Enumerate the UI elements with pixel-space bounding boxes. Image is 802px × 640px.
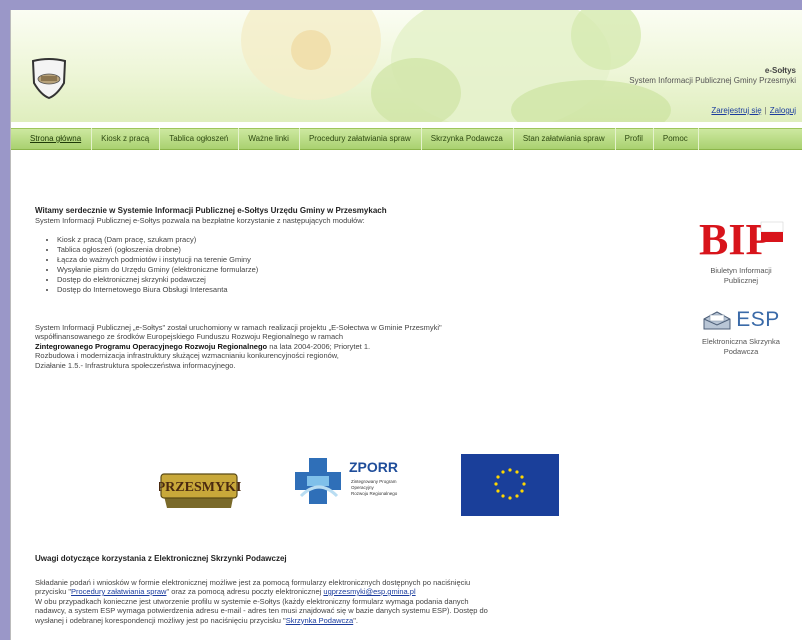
paragraph-text: na lata 2004-2006; Priorytet 1. <box>267 341 371 351</box>
login-link[interactable]: Zaloguj <box>770 106 796 115</box>
list-item: Dostęp do elektronicznej skrzynki podawc… <box>57 275 675 285</box>
paragraph-line: przycisku "Procedury załatwiania spraw" … <box>35 587 675 597</box>
esp-email-link[interactable]: ugprzesmyki@esp.gmina.pl <box>323 587 415 596</box>
header-decoration <box>291 30 331 70</box>
nav-item-help[interactable]: Pomoc <box>654 128 699 150</box>
welcome-intro: System Informacji Publicznej e-Sołtys po… <box>35 215 365 225</box>
inbox-notes-section: Uwagi dotyczące korzystania z Elektronic… <box>35 554 675 625</box>
esp-logo[interactable]: ESP <box>681 309 801 331</box>
nav-item-job-kiosk[interactable]: Kiosk z pracą <box>92 128 161 150</box>
caption-line: Biuletyn Informacji <box>710 266 772 275</box>
register-link[interactable]: Zarejestruj się <box>711 106 761 115</box>
project-paragraph: System Informacji Publicznej „e-Sołtys" … <box>35 323 675 371</box>
przesmyki-logo-text: PRZESMYKI <box>159 480 241 495</box>
paragraph-line: współfinansowanego ze środków Europejski… <box>35 332 344 341</box>
program-name: Zintegrowanego Programu Operacyjnego Roz… <box>35 341 268 351</box>
paragraph-line: nadawcy, a system ESP wymaga potwierdzen… <box>35 606 488 615</box>
paragraph-line: System Informacji Publicznej „e-Sołtys" … <box>35 322 442 332</box>
modules-list: Kiosk z pracą (Dam pracę, szukam pracy) … <box>57 235 675 295</box>
nav-item-procedures[interactable]: Procedury załatwiania spraw <box>300 128 422 150</box>
paragraph-text: przycisku " <box>35 587 72 596</box>
esp-logo-text: ESP <box>736 308 780 332</box>
list-item: Tablica ogłoszeń (ogłoszenia drobne) <box>57 245 675 255</box>
esp-caption[interactable]: Elektroniczna Skrzynka Podawcza <box>681 337 801 356</box>
list-item: Wysyłanie pism do Urzędu Gminy (elektron… <box>57 265 675 275</box>
welcome-heading: Witamy serdecznie w Systemie Informacji … <box>35 206 387 215</box>
paragraph-line: Zintegrowanego Programu Operacyjnego Roz… <box>35 342 675 352</box>
paragraph-line: Składanie podań i wniosków w formie elek… <box>35 577 471 587</box>
main-content: Witamy serdecznie w Systemie Informacji … <box>35 206 675 370</box>
nav-item-profile[interactable]: Profil <box>616 128 654 150</box>
browser-page: e-Sołtys System Informacji Publicznej Gm… <box>10 10 802 640</box>
paragraph-line: wysłanej i odebranej korespondencji możl… <box>35 616 675 626</box>
paragraph-line: W obu przypadkach konieczne jest utworze… <box>35 596 469 606</box>
inbox-link[interactable]: Skrzynka Podawcza <box>286 616 354 625</box>
main-navigation: Strona główna Kiosk z pracą Tablica ogło… <box>11 128 802 150</box>
przesmyki-logo: PRZESMYKI <box>159 473 241 508</box>
nav-item-inbox[interactable]: Skrzynka Podawcza <box>422 128 514 150</box>
nav-item-notice-board[interactable]: Tablica ogłoszeń <box>160 128 240 150</box>
auth-separator: | <box>764 106 767 115</box>
paragraph-line: Działanie 1.5.- Infrastruktura społeczeń… <box>35 360 236 370</box>
brand-subtitle: System Informacji Publicznej Gminy Przes… <box>629 76 796 85</box>
sidebar: BIP Biuletyn Informacji Publicznej ESP E… <box>681 210 801 356</box>
brand-block: e-Sołtys System Informacji Publicznej Gm… <box>629 66 796 86</box>
eu-flag-icon <box>461 454 559 516</box>
nav-item-case-status[interactable]: Stan załatwiania spraw <box>514 128 616 150</box>
caption-line: Publicznej <box>723 275 759 285</box>
bip-logo-icon[interactable]: BIP <box>697 210 785 260</box>
caption-line: Elektroniczna Skrzynka <box>702 337 780 346</box>
paragraph-text: wysłanej i odebranej korespondencji możl… <box>35 615 286 625</box>
mailbox-icon <box>703 311 731 330</box>
paragraph-line: Rozbudowa i modernizacja infrastruktury … <box>35 351 339 360</box>
zporr-title: ZPORR <box>349 459 398 475</box>
list-item: Dostęp do Internetowego Biura Obsługi In… <box>57 285 675 295</box>
paragraph-text: ". <box>353 615 358 625</box>
paragraph-text: " oraz za pomocą adresu poczty elektroni… <box>166 587 324 596</box>
zporr-logo: ZPORR Zintegrowany Program Operacyjny Ro… <box>295 458 398 504</box>
caption-line: Podawcza <box>723 346 759 356</box>
site-header: e-Sołtys System Informacji Publicznej Gm… <box>11 10 802 122</box>
zporr-subtitle: Zintegrowany Program <box>351 479 397 484</box>
auth-links: Zarejestruj się | Zaloguj <box>711 106 796 115</box>
zporr-subtitle: Rozwoju Regionalnego <box>351 491 398 496</box>
brand-name: e-Sołtys <box>764 66 796 75</box>
inbox-notes-heading: Uwagi dotyczące korzystania z Elektronic… <box>35 554 287 563</box>
partner-logos: PRZESMYKI ZPORR Zintegrowany Program Ope… <box>159 454 559 516</box>
nav-item-important-links[interactable]: Ważne linki <box>239 128 300 150</box>
list-item: Kiosk z pracą (Dam pracę, szukam pracy) <box>57 235 675 245</box>
nav-item-home[interactable]: Strona główna <box>21 128 93 150</box>
site-logo-icon[interactable] <box>27 56 71 100</box>
header-decoration <box>371 58 461 122</box>
procedures-link[interactable]: Procedury załatwiania spraw <box>71 587 166 596</box>
list-item: Łącza do ważnych podmiotów i instytucji … <box>57 255 675 265</box>
bip-caption[interactable]: Biuletyn Informacji Publicznej <box>681 266 801 285</box>
zporr-subtitle: Operacyjny <box>351 485 375 490</box>
